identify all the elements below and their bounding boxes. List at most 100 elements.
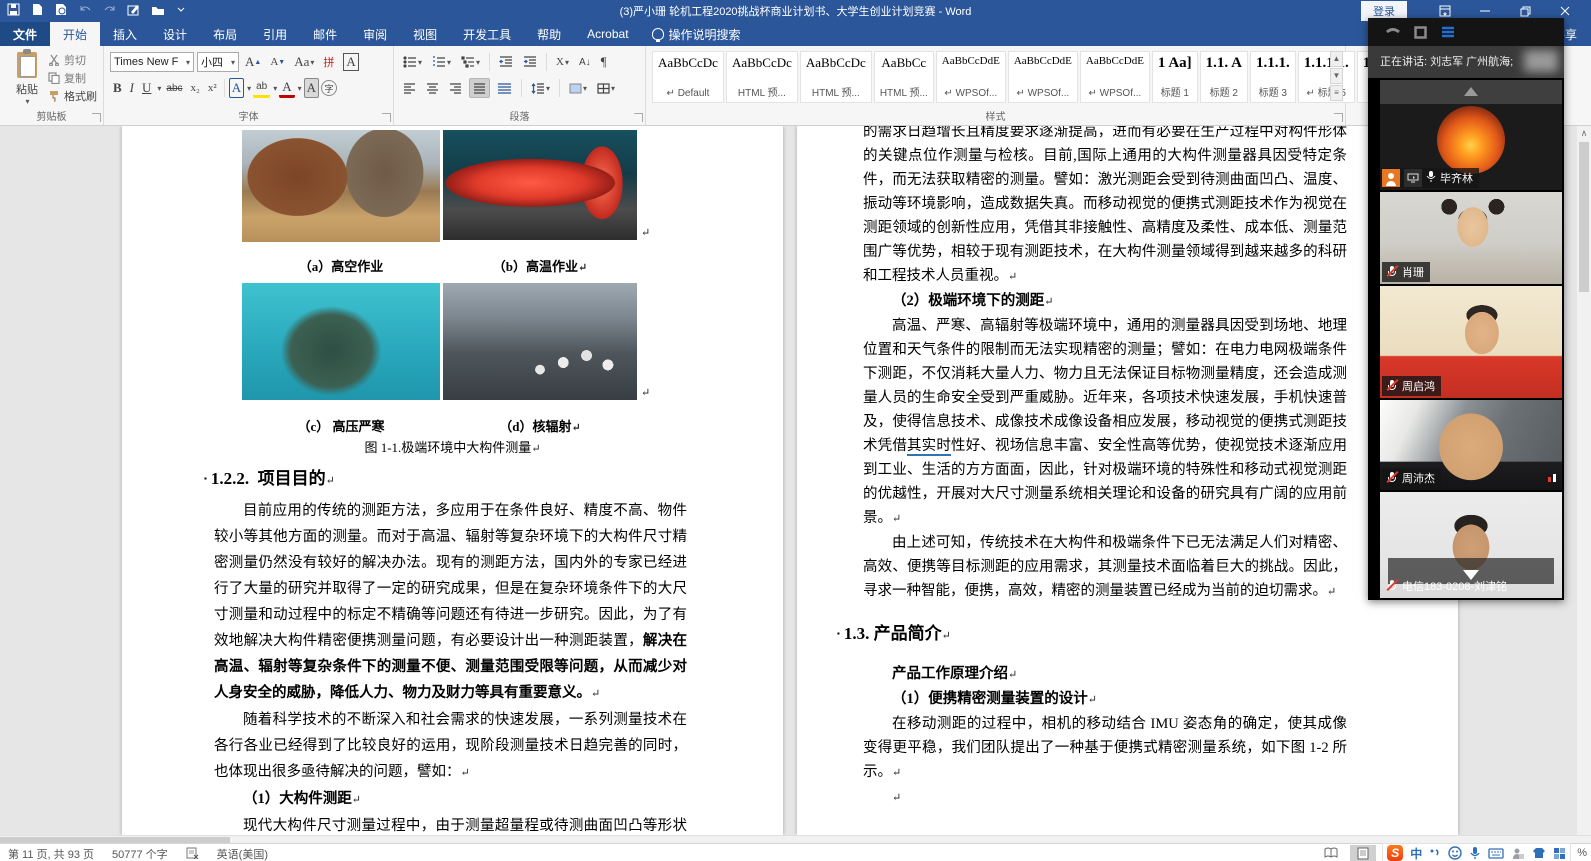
tab-insert[interactable]: 插入 (100, 22, 150, 46)
meeting-layout-menu-icon[interactable] (1441, 26, 1455, 38)
paste-dropdown-icon[interactable]: ▾ (9, 97, 46, 106)
document-page-right[interactable]: 的需求日趋增长且精度要求逐渐提高，进而有必要在生产过程中对构件形体的关键点位作测… (797, 126, 1458, 835)
tab-developer[interactable]: 开发工具 (450, 22, 524, 46)
character-shading-button[interactable]: A (304, 78, 319, 98)
tab-references[interactable]: 引用 (250, 22, 300, 46)
scroll-participants-up-icon[interactable] (1464, 87, 1478, 96)
undo-icon[interactable] (78, 2, 93, 17)
style-card[interactable]: AaBbCcDcHTML 预... (800, 51, 872, 103)
style-card-heading2[interactable]: 1.1. A标题 2 (1200, 51, 1248, 103)
horizontal-scrollbar[interactable] (0, 835, 1591, 843)
paste-button[interactable]: 粘贴 ▾ (8, 52, 46, 110)
asian-layout-button[interactable]: X▾ (553, 52, 572, 72)
tab-help[interactable]: 帮助 (524, 22, 574, 46)
underline-button[interactable]: U (139, 78, 154, 98)
open-icon[interactable] (150, 2, 165, 17)
ime-mode-chinese[interactable]: 中 (1410, 845, 1422, 861)
phonetic-guide-button[interactable]: 拼 (320, 52, 337, 72)
shrink-font-button[interactable]: A▼ (267, 52, 288, 72)
styles-scroll-up-icon[interactable]: ▲ (1330, 51, 1343, 67)
character-border-button[interactable]: A (340, 52, 361, 72)
participant-tile[interactable]: 周沛杰 (1380, 400, 1562, 490)
scroll-up-icon[interactable]: ∧ (1577, 126, 1591, 140)
style-card[interactable]: AaBbCcDdE↵ WPSOf... (1080, 51, 1150, 103)
vertical-scrollbar[interactable]: ∧ (1577, 126, 1591, 835)
font-size-combo[interactable]: 小四▾ (197, 52, 239, 72)
ime-keyboard-icon[interactable] (1488, 848, 1504, 859)
style-card[interactable]: AaBbCcHTML 预... (874, 51, 934, 103)
copy-button[interactable]: 复制 (48, 70, 97, 86)
print-preview-icon[interactable] (54, 2, 69, 17)
borders-button[interactable]: ▾ (594, 78, 618, 98)
tab-mailings[interactable]: 邮件 (300, 22, 350, 46)
language-indicator[interactable]: 英语(美国) (217, 846, 268, 861)
justify-button[interactable] (469, 78, 490, 98)
multilevel-list-button[interactable]: ▾ (458, 52, 483, 72)
styles-dialog-launcher[interactable] (1334, 113, 1343, 122)
clipboard-dialog-launcher[interactable] (92, 113, 101, 122)
line-spacing-button[interactable]: ▾ (528, 78, 553, 98)
enclose-characters-button[interactable]: 字 (321, 80, 337, 96)
font-name-combo[interactable]: Times New F▾ (110, 52, 194, 72)
ime-emoji-icon[interactable] (1448, 846, 1462, 860)
numbering-button[interactable]: ▾ (429, 52, 454, 72)
vertical-scrollbar-thumb[interactable] (1579, 142, 1589, 292)
qat-customize-icon[interactable] (174, 2, 189, 17)
redo-icon[interactable] (102, 2, 117, 17)
meeting-restore-icon[interactable] (1414, 26, 1427, 39)
paragraph-dialog-launcher[interactable] (634, 113, 643, 122)
participant-tile[interactable]: 毕齐林 (1380, 80, 1562, 190)
tab-acrobat[interactable]: Acrobat (574, 22, 641, 46)
subscript-button[interactable]: x₂ (188, 78, 203, 98)
sogou-logo-icon[interactable]: S (1387, 845, 1403, 861)
print-layout-button[interactable] (1350, 845, 1376, 861)
style-card[interactable]: AaBbCcDdE↵ WPSOf... (936, 51, 1006, 103)
ime-voice-icon[interactable] (1469, 846, 1481, 860)
tab-view[interactable]: 视图 (400, 22, 450, 46)
strikethrough-button[interactable]: abc (163, 78, 185, 98)
align-right-button[interactable] (446, 78, 465, 98)
participant-tile[interactable]: 电信183-0208-刘津铭 (1380, 492, 1562, 598)
cut-button[interactable]: 剪切 (48, 52, 97, 68)
document-page-left[interactable]: ↵ （a）高空作业 （b）高温作业↵ ↵ （c） 高压严寒 （d）核辐射↵ 图 … (122, 126, 783, 835)
ime-passport-icon[interactable] (1511, 847, 1525, 860)
style-card-heading3[interactable]: 1.1.1.标题 3 (1250, 51, 1296, 103)
change-case-button[interactable]: Aa▾ (291, 52, 317, 72)
style-card[interactable]: AaBbCcDc↵ Default (652, 51, 724, 103)
increase-indent-button[interactable] (520, 52, 540, 72)
tell-me-search[interactable]: 操作说明搜索 (642, 22, 751, 46)
meeting-minimize-icon[interactable] (1386, 28, 1400, 36)
align-center-button[interactable] (423, 78, 442, 98)
bold-button[interactable]: B (110, 78, 125, 98)
bullets-button[interactable]: ▾ (400, 52, 425, 72)
ime-punctuation-icon[interactable] (1429, 847, 1441, 859)
show-hide-marks-button[interactable]: ¶ (598, 52, 610, 72)
tab-layout[interactable]: 布局 (200, 22, 250, 46)
distribute-button[interactable] (494, 78, 515, 98)
ime-toolbox-icon[interactable] (1553, 847, 1566, 860)
zoom-percent[interactable]: % (1577, 847, 1587, 859)
tab-review[interactable]: 审阅 (350, 22, 400, 46)
text-effects-button[interactable]: A (229, 78, 244, 98)
save-icon[interactable] (6, 2, 21, 17)
style-card-heading5[interactable]: 1.1.1.1.↵ 标题 5 (1298, 51, 1355, 103)
sort-button[interactable]: A↓ (576, 52, 594, 72)
proofing-errors-icon[interactable] (186, 846, 199, 861)
read-mode-button[interactable] (1318, 845, 1344, 861)
shading-button[interactable]: ▾ (566, 78, 590, 98)
font-dialog-launcher[interactable] (382, 113, 391, 122)
tab-design[interactable]: 设计 (150, 22, 200, 46)
style-card[interactable]: AaBbCcDdE↵ WPSOf... (1008, 51, 1078, 103)
participant-tile[interactable]: 肖珊 (1380, 192, 1562, 284)
styles-scroll-down-icon[interactable]: ▼ (1330, 68, 1343, 84)
tab-file[interactable]: 文件 (0, 22, 50, 46)
style-card-heading1[interactable]: 1 Aa]标题 1 (1152, 51, 1198, 103)
decrease-indent-button[interactable] (496, 52, 516, 72)
font-color-button[interactable]: A (279, 78, 294, 98)
word-count[interactable]: 50777 个字 (112, 846, 168, 861)
page-indicator[interactable]: 第 11 页, 共 93 页 (8, 846, 94, 861)
styles-gallery-more-icon[interactable]: ≡ (1330, 85, 1343, 101)
grow-font-button[interactable]: A▲ (242, 52, 264, 72)
new-document-icon[interactable] (30, 2, 45, 17)
align-left-button[interactable] (400, 78, 419, 98)
